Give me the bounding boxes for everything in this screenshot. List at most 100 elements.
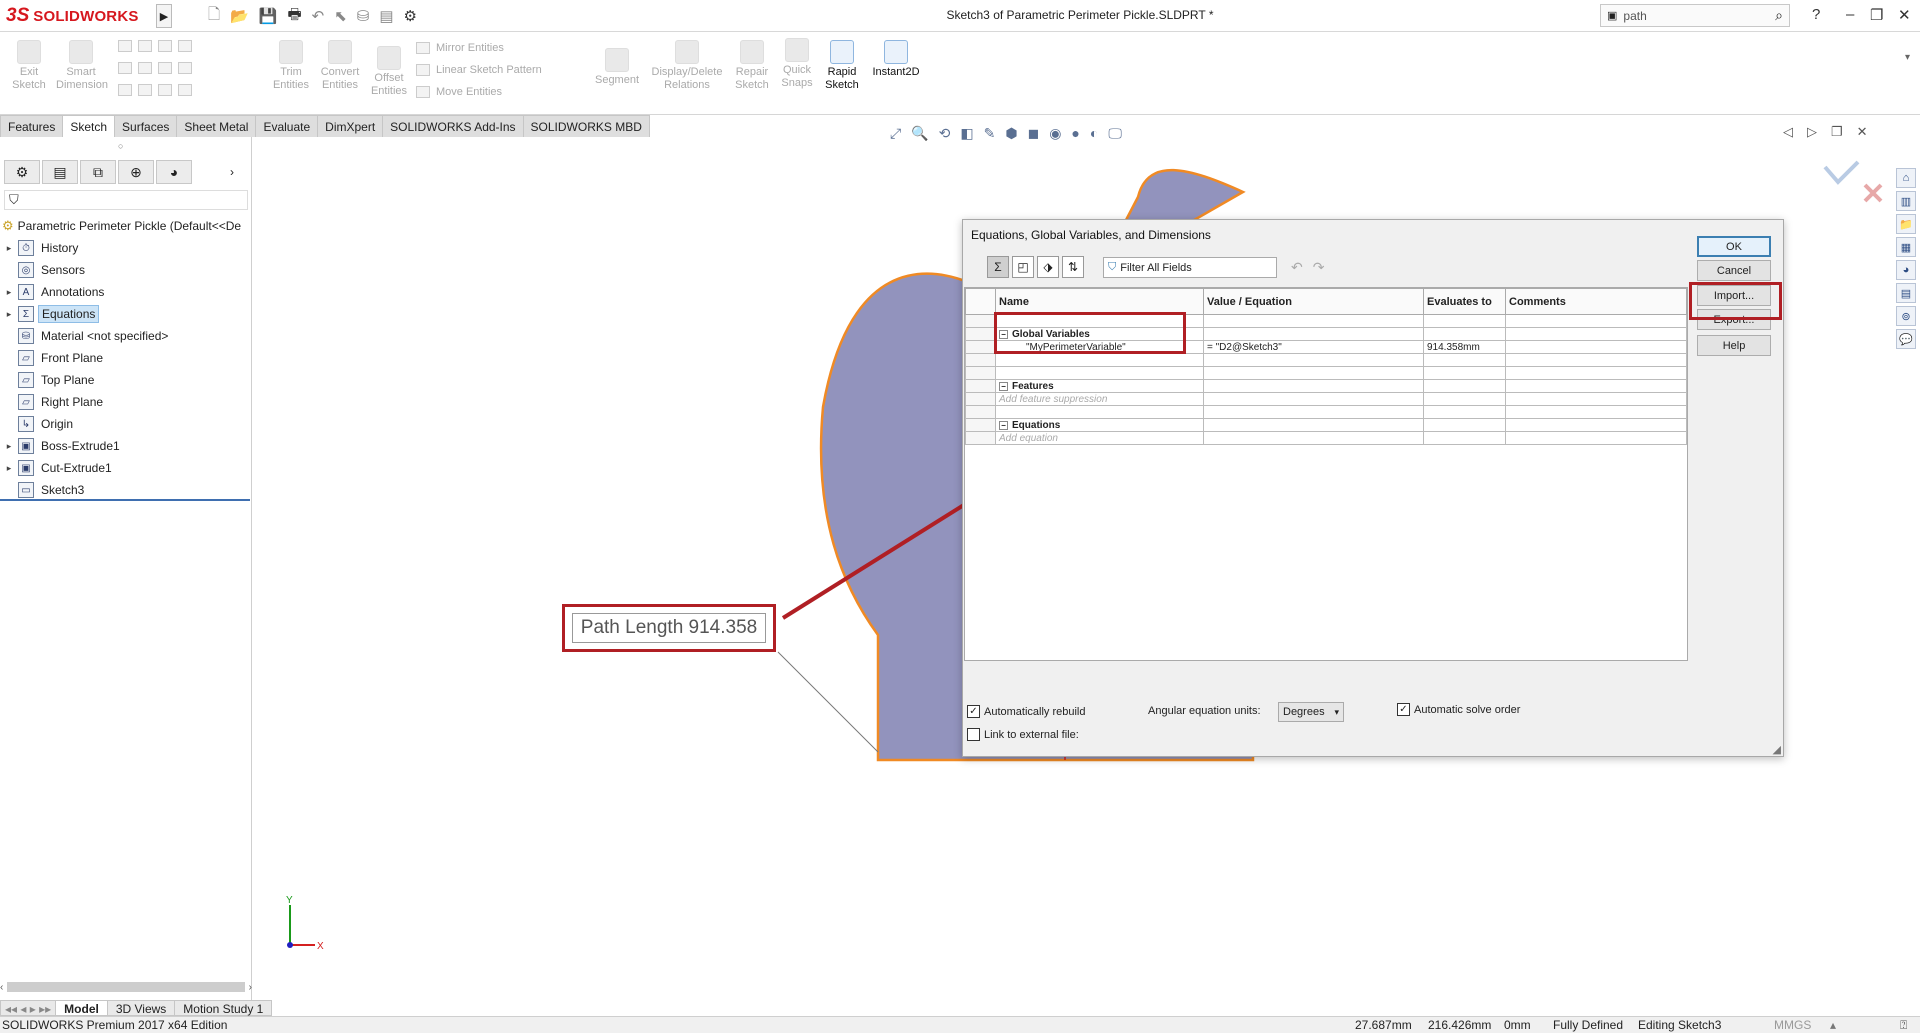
exit-sketch-button[interactable]: Exit Sketch [4,40,54,92]
property-manager-tab-icon[interactable]: ▤ [42,160,78,184]
search-icon[interactable]: ⌕ [1775,7,1783,24]
rectangle-icon[interactable] [118,62,132,74]
display-manager-tab-icon[interactable]: ◕ [156,160,192,184]
tree-item-front-plane[interactable]: ▱ Front Plane [0,347,250,369]
design-library-icon[interactable]: ▥ [1896,191,1916,211]
units-chevron-icon[interactable]: ▴ [1830,1018,1836,1032]
features-group-row[interactable]: − Features [965,379,1687,393]
dimension-view-icon[interactable]: ⬗ [1037,256,1059,278]
undo-icon[interactable]: ↶ [312,7,325,25]
expand-arrow-icon[interactable]: ▸ [0,309,18,320]
sketch-equation-view-icon[interactable]: ◰ [1012,256,1034,278]
trim-entities-button[interactable]: Trim Entities [266,40,316,92]
add-equation-hint[interactable]: Add equation [995,431,1204,445]
custom-properties-icon[interactable]: ▤ [1896,283,1916,303]
tree-item-top-plane[interactable]: ▱ Top Plane [0,369,250,391]
tab-surfaces[interactable]: Surfaces [114,115,178,137]
search-commands-input[interactable]: ▣ path ⌕ [1600,4,1790,27]
tree-item-sketch3[interactable]: ▭ Sketch3 [0,479,250,501]
quick-snaps-button[interactable]: Quick Snaps [772,38,822,90]
restore-button[interactable]: ❐ [1870,6,1883,24]
tree-item-right-plane[interactable]: ▱ Right Plane [0,391,250,413]
print-icon[interactable]: 🖶 [287,4,301,29]
file-explorer-icon[interactable]: 📁 [1896,214,1916,234]
display-delete-relations-button[interactable]: Display/Delete Relations [648,40,726,92]
new-document-icon[interactable]: 🗋 [208,4,220,29]
move-entities-button[interactable]: Move Entities [416,86,542,98]
repair-sketch-button[interactable]: Repair Sketch [727,40,777,92]
ellipse-icon[interactable] [158,62,172,74]
ok-button[interactable]: OK [1697,236,1771,257]
command-manager-scroll-icon[interactable]: ▾ [1905,52,1910,63]
tree-filter[interactable]: ⛉ [4,190,248,210]
link-external-file-checkbox[interactable]: Link to external file: [967,728,1079,741]
filter-all-fields-input[interactable]: ⛉ Filter All Fields [1103,257,1277,278]
fillet-icon[interactable] [158,84,172,96]
segment-button[interactable]: Segment [592,48,642,87]
close-button[interactable]: ✕ [1898,6,1911,24]
quick-tips-icon[interactable]: ⍰ [1900,1018,1907,1033]
collapse-features-icon[interactable]: − [999,381,1008,391]
automatic-solve-order-checkbox[interactable]: ✓ Automatic solve order [1397,703,1520,716]
feature-add-row[interactable]: Add feature suppression [965,392,1687,406]
expand-arrow-icon[interactable]: ▸ [0,243,18,254]
linear-sketch-pattern-button[interactable]: Linear Sketch Pattern [416,64,542,76]
tree-root-part[interactable]: ⚙ Parametric Perimeter Pickle (Default<<… [2,217,252,235]
resize-grip-icon[interactable]: ◢ [1773,743,1781,756]
help-button[interactable]: Help [1697,335,1771,356]
equations-group-row[interactable]: − Equations [965,418,1687,432]
expand-arrow-icon[interactable]: ▸ [0,441,18,452]
circle-icon[interactable] [138,40,152,52]
tree-item-history[interactable]: ▸ ⏱ History [0,237,250,259]
mirror-entities-button[interactable]: Mirror Entities [416,42,542,54]
equation-add-row[interactable]: Add equation [965,431,1687,445]
appearances-icon[interactable]: ◕ [1896,260,1916,280]
automatically-rebuild-checkbox[interactable]: ✓ Automatically rebuild [967,705,1086,718]
equation-view-icon[interactable]: Σ [987,256,1009,278]
tab-sketch[interactable]: Sketch [62,115,116,137]
tree-item-material-not-specified[interactable]: ⛁ Material <not specified> [0,325,250,347]
scroll-left-icon[interactable]: ‹ [0,982,3,993]
panel-grip-icon[interactable]: ○ [118,141,123,151]
line-icon[interactable] [118,40,132,52]
scroll-thumb[interactable] [7,982,245,992]
options-gear-icon[interactable]: ⚙ [404,7,417,25]
tree-item-origin[interactable]: ↳ Origin [0,413,250,435]
polygon-icon[interactable] [138,84,152,96]
confirmation-corner[interactable] [1823,160,1883,203]
file-properties-icon[interactable]: ▤ [379,7,393,25]
text-icon[interactable] [178,40,192,52]
expand-arrow-icon[interactable]: ▸ [0,463,18,474]
tab-evaluate[interactable]: Evaluate [255,115,319,137]
tab-solidworks-mbd[interactable]: SOLIDWORKS MBD [522,115,650,137]
expand-arrow-icon[interactable]: ▸ [0,287,18,298]
open-document-icon[interactable]: 📂 [230,7,249,25]
rollback-bar[interactable] [0,499,250,501]
forum-icon[interactable]: ⊚ [1896,306,1916,326]
tab-model[interactable]: Model [55,1000,108,1016]
tree-item-cut-extrude1[interactable]: ▸ ▣ Cut-Extrude1 [0,457,250,479]
minimize-button[interactable]: – [1846,6,1854,23]
status-units[interactable]: MMGS [1774,1018,1811,1032]
tree-item-annotations[interactable]: ▸ A Annotations [0,281,250,303]
dialog-undo-icon[interactable]: ↶ [1291,259,1303,276]
select-icon[interactable]: ⬉ [334,7,347,25]
solidworks-logo[interactable]: 3S SOLIDWORKS [6,2,156,30]
tab-motion-study-1[interactable]: Motion Study 1 [174,1000,273,1016]
tab-features[interactable]: Features [0,115,64,137]
add-feature-suppression-hint[interactable]: Add feature suppression [995,392,1204,406]
instant2d-button[interactable]: Instant2D [868,40,924,79]
tree-item-equations[interactable]: ▸ Σ Equations [0,303,250,325]
tab-solidworks-add-ins[interactable]: SOLIDWORKS Add-Ins [382,115,524,137]
tab-scroll-icons[interactable]: ◂◂ ◂ ▸ ▸▸ [0,1000,57,1016]
convert-entities-button[interactable]: Convert Entities [315,40,365,92]
solidworks-resources-icon[interactable]: ⌂ [1896,168,1916,188]
comments-icon[interactable]: 💬 [1896,329,1916,349]
spline-icon[interactable] [158,40,172,52]
ordered-view-icon[interactable]: ⇅ [1062,256,1084,278]
smart-dimension-button[interactable]: Smart Dimension [56,40,108,92]
tab-3d-views[interactable]: 3D Views [106,1000,176,1016]
panel-expand-chevron-icon[interactable]: › [194,165,234,179]
save-icon[interactable]: 💾 [259,7,278,25]
help-button[interactable]: ? [1812,6,1820,23]
